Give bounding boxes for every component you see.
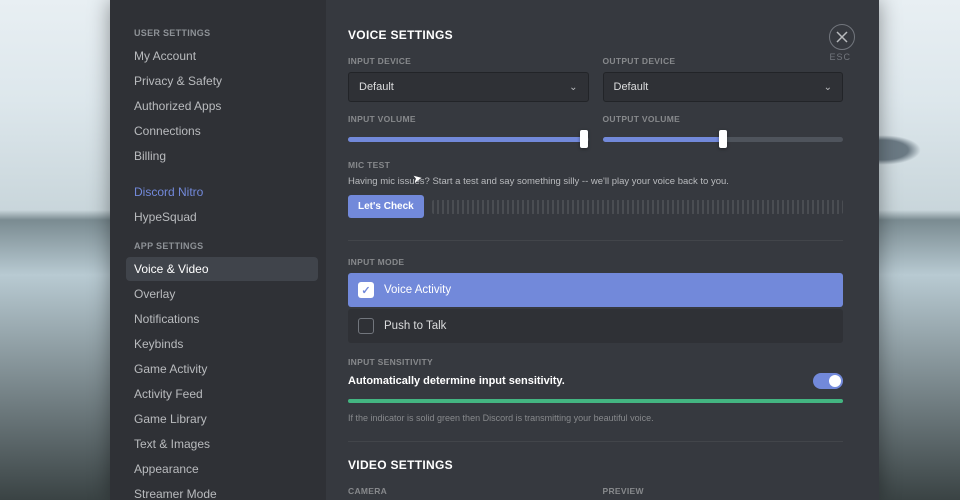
sidebar-item-text-images[interactable]: Text & Images [126,432,318,456]
video-settings-title: VIDEO SETTINGS [348,458,843,472]
output-volume-label: OUTPUT VOLUME [603,114,844,124]
mic-test-label: MIC TEST [348,160,843,170]
camera-label: CAMERA [348,486,589,496]
checkbox-checked-icon: ✓ [358,282,374,298]
close-button[interactable] [829,24,855,50]
auto-sensitivity-label: Automatically determine input sensitivit… [348,375,565,387]
sidebar-header-user: USER SETTINGS [134,28,318,38]
sensitivity-hint: If the indicator is solid green then Dis… [348,413,843,423]
chevron-down-icon: ⌄ [824,82,832,93]
sidebar-item-notifications[interactable]: Notifications [126,307,318,331]
sidebar-item-overlay[interactable]: Overlay [126,282,318,306]
sidebar-item-streamer-mode[interactable]: Streamer Mode [126,482,318,500]
sidebar-item-hypesquad[interactable]: HypeSquad [126,205,318,229]
sidebar-item-game-activity[interactable]: Game Activity [126,357,318,381]
divider [348,441,843,442]
chevron-down-icon: ⌄ [569,82,577,93]
mic-level-meter [432,200,843,214]
voice-activity-label: Voice Activity [384,284,451,296]
auto-sensitivity-toggle[interactable] [813,373,843,389]
sidebar-item-nitro[interactable]: Discord Nitro [126,180,318,204]
sidebar-item-privacy[interactable]: Privacy & Safety [126,69,318,93]
close-esc-label: ESC [829,52,851,62]
sidebar-item-activity-feed[interactable]: Activity Feed [126,382,318,406]
input-device-select[interactable]: Default ⌄ [348,72,589,102]
sidebar-item-authorized-apps[interactable]: Authorized Apps [126,94,318,118]
input-mode-voice-activity[interactable]: ✓ Voice Activity [348,273,843,307]
input-device-value: Default [359,81,394,93]
sidebar-item-appearance[interactable]: Appearance [126,457,318,481]
input-volume-label: INPUT VOLUME [348,114,589,124]
sidebar-item-connections[interactable]: Connections [126,119,318,143]
sidebar-header-app: APP SETTINGS [134,241,318,251]
input-mode-push-to-talk[interactable]: Push to Talk [348,309,843,343]
input-sensitivity-label: INPUT SENSITIVITY [348,357,843,367]
output-volume-slider[interactable] [603,130,844,148]
output-device-select[interactable]: Default ⌄ [603,72,844,102]
input-device-label: INPUT DEVICE [348,56,589,66]
push-to-talk-label: Push to Talk [384,320,446,332]
settings-content: ESC VOICE SETTINGS INPUT DEVICE Default … [326,0,879,500]
sidebar-item-game-library[interactable]: Game Library [126,407,318,431]
sidebar-item-my-account[interactable]: My Account [126,44,318,68]
voice-settings-title: VOICE SETTINGS [348,28,843,42]
checkbox-empty-icon [358,318,374,334]
input-mode-label: INPUT MODE [348,257,843,267]
input-volume-slider[interactable] [348,130,589,148]
sidebar-item-voice-video[interactable]: Voice & Video [126,257,318,281]
divider [348,240,843,241]
mic-test-help: Having mic issues? Start a test and say … [348,176,843,187]
preview-label: PREVIEW [603,486,844,496]
close-icon [836,31,848,43]
settings-sidebar: USER SETTINGS My Account Privacy & Safet… [110,0,326,500]
sidebar-item-billing[interactable]: Billing [126,144,318,168]
sensitivity-indicator [348,399,843,403]
output-device-label: OUTPUT DEVICE [603,56,844,66]
sidebar-item-keybinds[interactable]: Keybinds [126,332,318,356]
settings-window: USER SETTINGS My Account Privacy & Safet… [110,0,879,500]
lets-check-button[interactable]: Let's Check [348,195,424,218]
output-device-value: Default [614,81,649,93]
